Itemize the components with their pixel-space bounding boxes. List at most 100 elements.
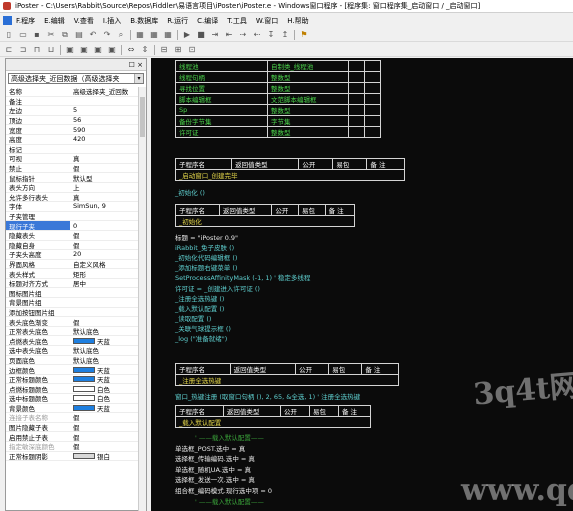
property-row[interactable]: 页面底色 默认底色 (6, 356, 140, 366)
property-row[interactable]: 左边 5 (6, 106, 140, 116)
table-row[interactable]: Sp 整数型 (175, 104, 381, 116)
property-row[interactable]: 子夹管理 (6, 212, 140, 222)
property-row[interactable]: 启用禁止子表 假 (6, 432, 140, 442)
step-icon[interactable]: ⇢ (238, 30, 248, 40)
table-row[interactable]: 线程池 自制类_线程池 (175, 60, 381, 72)
spacing-icon[interactable]: ⇕ (140, 45, 150, 55)
property-value[interactable]: 天蓝 (70, 365, 140, 374)
subroutine-name[interactable]: _载入默认配置 (175, 416, 371, 428)
property-value[interactable]: 默认底色 (70, 346, 140, 354)
property-row[interactable]: 标记 (6, 145, 140, 155)
property-row[interactable]: 添加按钮图片组 (6, 308, 140, 318)
step-icon[interactable]: ↥ (280, 30, 290, 40)
menu-insert[interactable]: I.插入 (103, 16, 121, 26)
property-value[interactable]: 上 (70, 183, 140, 191)
code-line[interactable]: _读取配置 () (175, 313, 211, 323)
table-row[interactable]: 脚本编辑框 文范脚本编辑框 (175, 93, 381, 105)
property-value[interactable]: 假 (70, 164, 140, 172)
menu-run[interactable]: R.运行 (167, 16, 188, 26)
property-row[interactable]: 名称 高级选择夹_近回数 (6, 87, 140, 97)
code-line[interactable]: 选择框_传输编码.选中 = 真 (175, 453, 255, 463)
code-line[interactable]: _初始化代码编辑框 () (175, 252, 237, 262)
property-row[interactable]: 表头底色渐变 假 (6, 317, 140, 327)
menu-compile[interactable]: C.编译 (197, 16, 218, 26)
layout-icon[interactable]: ▦ (149, 30, 159, 40)
code-line[interactable]: _注册全选热键 () (175, 293, 224, 303)
property-value[interactable]: 真 (70, 154, 140, 162)
code-line[interactable]: _log ("准备就绪") (175, 333, 227, 343)
center-icon[interactable]: ⊡ (187, 45, 197, 55)
code-line[interactable]: 组合框_编码模式.现行选中项 = 0 (175, 485, 272, 495)
same-size-icon[interactable]: ▣ (93, 45, 103, 55)
property-row[interactable]: 宽度 590 (6, 125, 140, 135)
property-row[interactable]: 指定敏深底颜色 假 (6, 442, 140, 452)
property-row[interactable]: 可视 真 (6, 154, 140, 164)
find-icon[interactable]: ⌕ (116, 30, 126, 40)
property-row[interactable]: 图片隐藏子表 假 (6, 423, 140, 433)
code-line[interactable]: 窗口_热键注册 (取窗口句柄 (), 2, 65, &全选, 1) ' 注册全选… (175, 391, 360, 401)
subroutine-name[interactable]: _注册全选热键 (175, 374, 399, 386)
property-row[interactable]: 正常表头底色 默认底色 (6, 327, 140, 337)
property-value[interactable]: 白色 (70, 394, 140, 403)
layout-icon[interactable]: ▦ (163, 30, 173, 40)
code-line[interactable]: 许可证 = _创建进入许可证 () (175, 283, 260, 293)
step-icon[interactable]: ⇥ (210, 30, 220, 40)
property-value[interactable]: 5 (70, 106, 140, 114)
property-value[interactable]: 20 (70, 250, 140, 258)
code-comment[interactable]: ' ——载入默认配置—— (195, 432, 264, 442)
menu-edit[interactable]: E.编辑 (44, 16, 65, 26)
property-scrollbar[interactable] (138, 87, 146, 511)
property-value[interactable]: 矩形 (70, 269, 140, 278)
save-icon[interactable]: ▪ (32, 30, 42, 40)
property-row[interactable]: 鼠标指针 默认型 (6, 173, 140, 183)
property-row[interactable]: 标题对齐方式 居中 (6, 279, 140, 289)
run-icon[interactable]: ▶ (182, 30, 192, 40)
property-row[interactable]: 选中表头底色 默认底色 (6, 346, 140, 356)
property-row[interactable]: 正常标题阴影 银白 (6, 452, 140, 462)
property-row[interactable]: 界面风格 自定义风格 (6, 260, 140, 270)
property-value[interactable]: 假 (70, 432, 140, 441)
paste-icon[interactable]: ▤ (74, 30, 84, 40)
table-row[interactable]: 寻找位置 整数型 (175, 82, 381, 94)
code-line[interactable]: _初始化 () (175, 187, 205, 197)
align-bottom-icon[interactable]: ⊔ (46, 45, 56, 55)
property-value[interactable]: 银白 (70, 452, 140, 460)
component-select[interactable]: 高级选择夹_近回数据（高级选择夹 ▾ (8, 73, 144, 84)
property-row[interactable]: 顶边 56 (6, 116, 140, 126)
code-line[interactable]: 标题 = "iPoster 0.9" (175, 232, 238, 242)
center-icon[interactable]: ⊟ (159, 45, 169, 55)
step-icon[interactable]: ⇤ (224, 30, 234, 40)
property-value[interactable]: 默认底色 (70, 327, 140, 335)
stop-icon[interactable]: ■ (196, 30, 206, 40)
property-row[interactable]: 隐藏自身 假 (6, 241, 140, 251)
tool-icon[interactable]: ⚑ (299, 30, 309, 40)
cut-icon[interactable]: ✂ (46, 30, 56, 40)
property-row[interactable]: 边框颜色 天蓝 (6, 365, 140, 375)
property-value[interactable]: 居中 (70, 279, 140, 287)
property-row[interactable]: 高度 420 (6, 135, 140, 145)
property-row[interactable]: 背景颜色 天蓝 (6, 404, 140, 414)
align-right-icon[interactable]: ⊐ (18, 45, 28, 55)
table-row[interactable]: 备份字节集 字节集 (175, 115, 381, 127)
code-line[interactable]: 选择框_发送一次.选中 = 真 (175, 474, 255, 484)
menu-program[interactable]: F.程序 (16, 16, 35, 26)
panel-close-icon[interactable]: ☐ × (129, 61, 143, 69)
subroutine-name[interactable]: _启动窗口_创建完毕 (175, 169, 405, 181)
property-row[interactable]: 连接子表名称 假 (6, 413, 140, 423)
same-size-icon[interactable]: ▣ (107, 45, 117, 55)
property-value[interactable]: 假 (70, 413, 140, 421)
center-icon[interactable]: ⊞ (173, 45, 183, 55)
code-line[interactable]: SetProcessAffinityMask (-1, 1) ' 稳定多线程 (175, 272, 310, 282)
property-row[interactable]: 备注 (6, 97, 140, 107)
redo-icon[interactable]: ↷ (102, 30, 112, 40)
property-value[interactable]: 自定义风格 (70, 260, 140, 268)
layout-icon[interactable]: ▦ (135, 30, 145, 40)
property-value[interactable]: 默认底色 (70, 356, 140, 364)
property-value[interactable]: 白色 (70, 384, 140, 393)
property-value[interactable]: SimSun, 9 (70, 202, 140, 210)
property-row[interactable]: 隐藏表头 假 (6, 231, 140, 241)
app-menu-icon[interactable] (3, 16, 12, 25)
menu-tools[interactable]: T.工具 (227, 16, 247, 26)
property-row[interactable]: 点燃标题颜色 白色 (6, 384, 140, 394)
code-line[interactable]: 单选框_随机UA.选中 = 真 (175, 464, 251, 474)
